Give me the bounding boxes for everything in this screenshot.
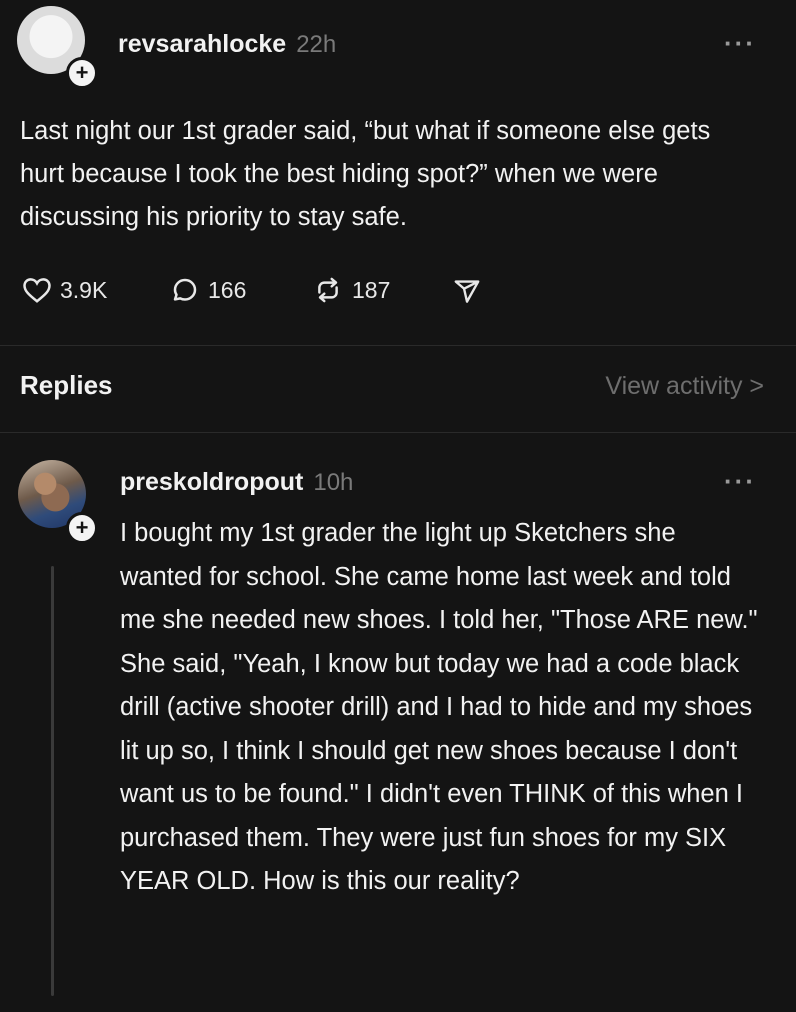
divider (0, 432, 796, 433)
divider (0, 345, 796, 346)
repost-icon (318, 277, 338, 303)
post-text: Last night our 1st grader said, “but wha… (20, 117, 711, 231)
more-icon[interactable]: ··· (724, 28, 756, 59)
like-count: 3.9K (60, 276, 108, 303)
repost-button[interactable]: 187 (312, 276, 390, 304)
reply-username[interactable]: preskoldropout (120, 468, 303, 496)
thread-line (51, 566, 54, 996)
comment-count: 166 (208, 276, 247, 303)
follow-plus-icon[interactable]: + (66, 57, 98, 89)
follow-plus-icon[interactable]: + (66, 512, 98, 544)
more-icon[interactable]: ··· (724, 466, 756, 497)
reply-time: 10h (313, 469, 354, 496)
heart-icon (23, 278, 51, 303)
repost-count: 187 (352, 276, 391, 303)
share-button[interactable] (452, 278, 490, 304)
view-activity-link[interactable]: View activity > (605, 372, 764, 401)
comment-button[interactable]: 166 (170, 276, 246, 304)
post-time: 22h (296, 31, 337, 58)
like-button[interactable]: 3.9K (22, 276, 107, 304)
post-author[interactable]: revsarahlocke 22h (118, 30, 336, 59)
share-icon (454, 280, 480, 303)
comment-icon (173, 278, 197, 301)
post-username[interactable]: revsarahlocke (118, 30, 286, 58)
replies-title: Replies (20, 370, 113, 400)
reply-author[interactable]: preskoldropout 10h (120, 468, 353, 497)
reply-text: I bought my 1st grader the light up Sket… (120, 519, 758, 895)
